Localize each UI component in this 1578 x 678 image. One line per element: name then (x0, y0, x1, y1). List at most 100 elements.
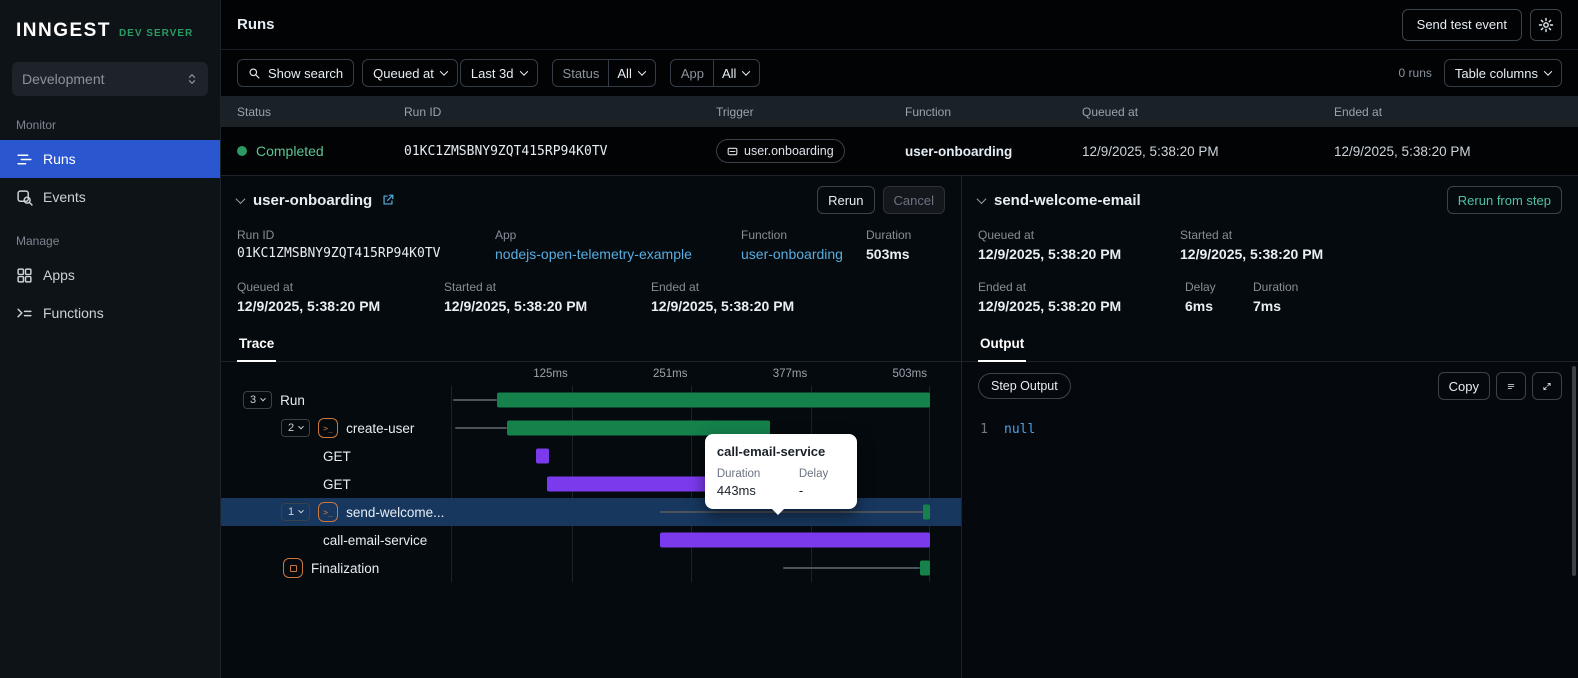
monitor-section-label: Monitor (16, 118, 57, 132)
trace-row-call-email-service[interactable]: call-email-service (221, 526, 961, 554)
status-filter-value: All (617, 65, 632, 81)
run-id-label: Run ID (237, 228, 275, 242)
sidebar-item-apps[interactable]: Apps (0, 256, 220, 294)
rerun-from-step-button[interactable]: Rerun from step (1446, 186, 1562, 214)
tooltip-duration-value: 443ms (716, 483, 756, 498)
column-header-ended-at[interactable]: Ended at (1334, 105, 1578, 119)
axis-tick: 251ms (652, 368, 688, 380)
function-link[interactable]: user-onboarding (741, 246, 843, 262)
step-icon: >_ (318, 418, 339, 438)
table-columns-dropdown[interactable]: Table columns (1443, 59, 1562, 87)
trigger-badge[interactable]: user.onboarding (716, 139, 845, 163)
rerun-button[interactable]: Rerun (817, 186, 875, 214)
expand-icon (1543, 382, 1551, 390)
external-link-icon[interactable] (381, 193, 395, 207)
chevron-down-icon (742, 67, 751, 76)
tab-output[interactable]: Output (978, 328, 1027, 362)
sidebar-item-label: Functions (43, 305, 104, 321)
status-filter-dropdown[interactable]: Status All (551, 59, 656, 87)
copy-button[interactable]: Copy (1437, 372, 1490, 400)
queued-at-label: Queued at (237, 280, 294, 294)
collapse-count-badge[interactable]: 3 (243, 391, 273, 409)
queued-at-dropdown[interactable]: Queued at (362, 59, 458, 87)
trace-row-label: Finalization (311, 560, 380, 576)
time-range-label: Last 3d (470, 65, 514, 81)
chevron-down-icon (519, 67, 528, 76)
functions-icon (17, 308, 32, 317)
axis-tick: 377ms (772, 368, 808, 380)
axis-tick: 125ms (533, 368, 568, 380)
collapse-chevron-icon[interactable] (976, 193, 987, 204)
apps-icon (17, 267, 32, 283)
cancel-button[interactable]: Cancel (882, 186, 945, 214)
output-code[interactable]: 1 null (962, 408, 1578, 452)
code-content: null (1004, 422, 1036, 437)
function-label: Function (741, 228, 788, 242)
event-icon (727, 147, 738, 155)
tab-trace[interactable]: Trace (237, 328, 277, 362)
trace-row-bars (451, 526, 930, 554)
run-detail-panel: user-onboarding Rerun Cancel Run ID 01KC… (221, 176, 962, 678)
sidebar-item-events[interactable]: Events (0, 178, 220, 216)
divider (712, 60, 714, 86)
collapse-count-badge[interactable]: 2 (281, 419, 311, 437)
sidebar-item-runs[interactable]: Runs (0, 140, 220, 178)
tooltip-delay-label: Delay (798, 468, 829, 480)
ended-at-value: 12/9/2025, 5:38:20 PM (651, 298, 795, 314)
scrollbar[interactable] (1572, 366, 1576, 576)
status-dot (237, 146, 247, 156)
sidebar-item-label: Runs (43, 151, 76, 167)
main: Runs Send test event Show search Queued … (221, 0, 1578, 678)
tooltip-duration-label: Duration (716, 468, 761, 480)
app-filter-dropdown[interactable]: App All (669, 59, 761, 87)
table-columns-label: Table columns (1454, 65, 1538, 81)
top-bar: Runs Send test event (221, 0, 1578, 50)
step-started-at-label: Started at (1180, 228, 1233, 242)
time-range-dropdown[interactable]: Last 3d (459, 59, 538, 87)
column-header-function[interactable]: Function (905, 105, 1082, 119)
send-test-event-button[interactable]: Send test event (1401, 8, 1522, 41)
ended-at-cell: 12/9/2025, 5:38:20 PM (1334, 143, 1471, 159)
expand-button[interactable] (1532, 372, 1562, 400)
status-label: Completed (256, 143, 324, 159)
ended-at-label: Ended at (651, 280, 700, 294)
environment-select-value: Development (22, 71, 105, 87)
dev-server-badge: DEV SERVER (118, 28, 194, 39)
trace-row-run[interactable]: 3 Run (221, 386, 961, 414)
step-ended-at-value: 12/9/2025, 5:38:20 PM (978, 298, 1122, 314)
trace-row-finalization[interactable]: Finalization (221, 554, 961, 582)
column-header-trigger[interactable]: Trigger (716, 105, 905, 119)
tooltip-title: call-email-service (716, 444, 826, 459)
table-row[interactable]: Completed 01KC1ZMSBNY9ZQT415RP94K0TV use… (221, 127, 1578, 175)
sidebar-item-functions[interactable]: Functions (0, 294, 220, 332)
page-title: Runs (237, 16, 275, 33)
sidebar: INNGEST DEV SERVER Development Monitor R… (0, 0, 221, 678)
collapse-count-badge[interactable]: 1 (281, 503, 311, 521)
trace-row-label: call-email-service (323, 532, 428, 548)
tooltip-delay-value: - (798, 483, 804, 498)
queued-at-label: Queued at (373, 65, 434, 81)
search-icon (249, 67, 260, 79)
chevron-down-icon (439, 67, 449, 76)
started-at-label: Started at (444, 280, 497, 294)
column-header-status[interactable]: Status (237, 105, 404, 119)
app-link[interactable]: nodejs-open-telemetry-example (495, 246, 692, 262)
word-wrap-button[interactable] (1496, 372, 1526, 400)
step-delay-value: 6ms (1185, 298, 1214, 314)
app-filter-value: All (721, 65, 737, 81)
settings-button[interactable] (1530, 8, 1562, 41)
trace-row-bars (451, 386, 930, 414)
column-header-queued-at[interactable]: Queued at (1082, 105, 1334, 119)
line-number: 1 (980, 422, 988, 437)
trace-tooltip: call-email-service Duration Delay 443ms … (704, 434, 857, 515)
environment-select[interactable]: Development (12, 62, 208, 96)
sidebar-item-label: Apps (43, 267, 75, 283)
manage-section-label: Manage (16, 234, 60, 248)
show-search-button[interactable]: Show search (237, 59, 355, 87)
collapse-chevron-icon[interactable] (235, 193, 246, 204)
trace-row-label: GET (323, 448, 351, 464)
step-delay-label: Delay (1185, 280, 1216, 294)
gear-icon (1538, 17, 1554, 32)
column-header-run-id[interactable]: Run ID (404, 105, 716, 119)
trace-row-bars (451, 442, 930, 470)
